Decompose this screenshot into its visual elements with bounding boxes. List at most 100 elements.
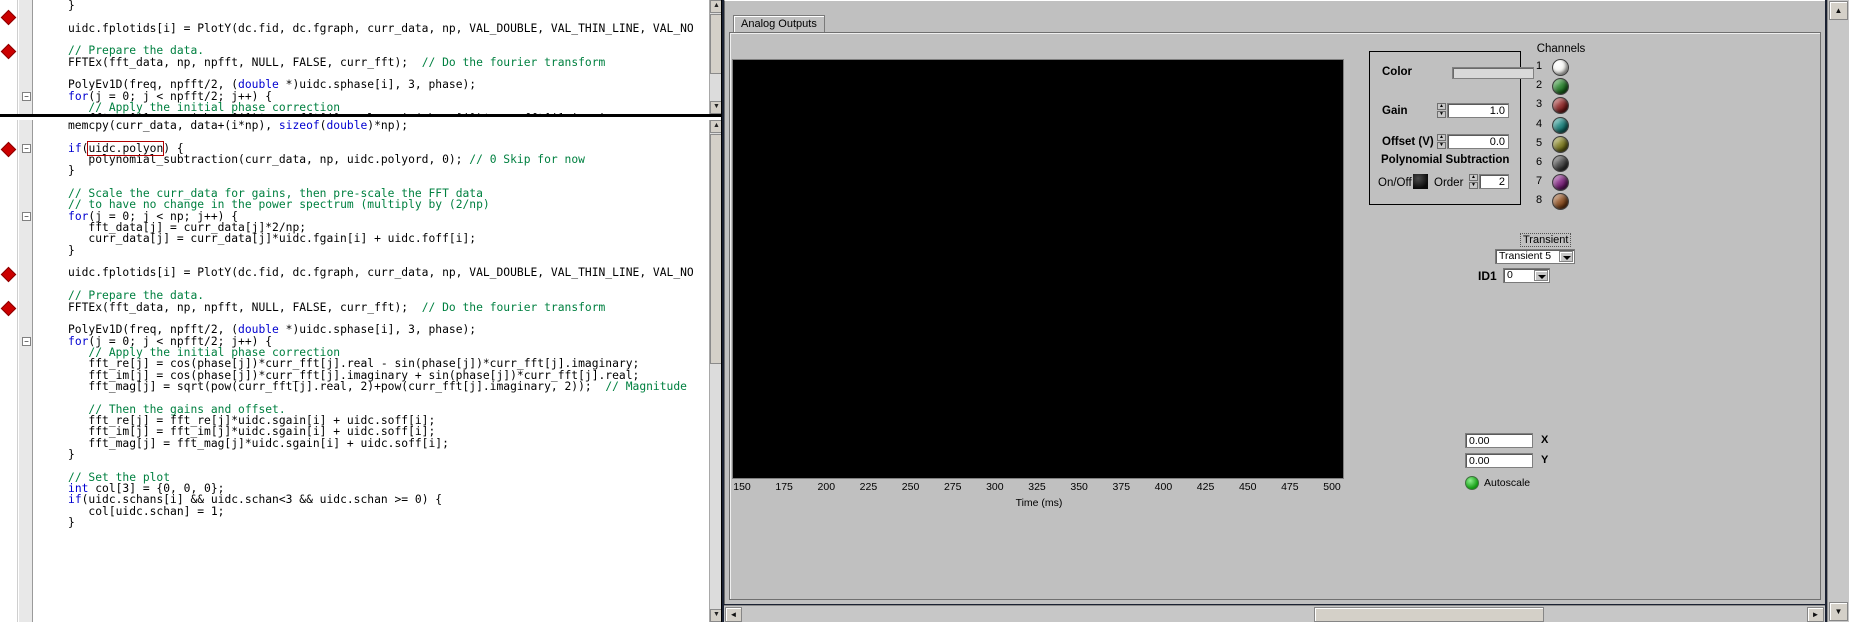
- color-label: Color: [1382, 66, 1413, 78]
- x-tick-label: 225: [859, 481, 878, 493]
- fold-gutter-bottom[interactable]: [19, 120, 33, 622]
- onoff-label: On/Off: [1378, 177, 1412, 189]
- cursor-x-row: 0.00 X: [1465, 433, 1575, 453]
- x-tick-label: 325: [1028, 481, 1046, 493]
- channel-led-icon[interactable]: [1552, 193, 1569, 211]
- channel-number: 3: [1536, 98, 1543, 111]
- x-tick-label: 425: [1196, 481, 1215, 493]
- channel-led-icon[interactable]: [1552, 97, 1569, 115]
- channel-led-icon[interactable]: [1552, 59, 1569, 76]
- autoscale-led-icon[interactable]: [1465, 476, 1479, 490]
- gain-stepper[interactable]: ▲ ▼: [1437, 103, 1446, 118]
- tab-panel: 150 175 200 225 250 275 300 325 350 375 400 425 450 4…: [729, 32, 1821, 600]
- order-stepper-up-icon[interactable]: ▲: [1469, 174, 1478, 181]
- scroll-down-icon[interactable]: ▼: [710, 609, 721, 622]
- cursor-y-row: 0.00 Y: [1465, 453, 1575, 473]
- scroll-up-icon[interactable]: ▲: [710, 120, 721, 133]
- channel-led-icon[interactable]: [1552, 154, 1569, 172]
- fold-toggle[interactable]: −: [22, 91, 31, 101]
- code-pane-bottom[interactable]: memcpy(curr_data, data+(i*np), sizeof(do…: [0, 120, 721, 622]
- code-scrollbar-bottom[interactable]: ▲ ▼: [709, 120, 721, 622]
- channel-row[interactable]: 1: [1530, 58, 1592, 77]
- scroll-thumb[interactable]: [710, 14, 721, 74]
- channel-row[interactable]: 4: [1530, 116, 1592, 135]
- fold-toggle[interactable]: −: [22, 211, 31, 221]
- gain-value[interactable]: 1.0: [1447, 103, 1509, 118]
- gain-stepper-down-icon[interactable]: ▼: [1437, 111, 1446, 118]
- cursor-x-value[interactable]: 0.00: [1465, 433, 1533, 448]
- offset-value[interactable]: 0.0: [1447, 134, 1509, 149]
- breakpoint-gutter-bottom[interactable]: [0, 120, 18, 622]
- cursor-readout-group: 0.00 X 0.00 Y Autoscale: [1465, 433, 1575, 493]
- ni-client-area: Analog Outputs 150 175 200 225 250 2 7 5 300 325 3…: [724, 0, 1825, 604]
- code-scrollbar-top[interactable]: ▲ ▼: [709, 0, 721, 114]
- analog-outputs-window: Analog Outputs 150 175 200 225 250 2 7 5 300 325 3…: [722, 0, 1849, 622]
- channels-list: Channels 1 2 3 4 5 6 7 8: [1530, 43, 1592, 212]
- scroll-left-icon[interactable]: ◄: [725, 607, 742, 622]
- polynomial-subtraction-label: Polynomial Subtraction: [1381, 154, 1510, 166]
- x-tick-label: 150: [733, 481, 751, 493]
- cursor-y-value[interactable]: 0.00: [1465, 453, 1533, 468]
- cursor-y-axis-label: Y: [1541, 454, 1549, 466]
- x-tick-label: 200: [817, 481, 836, 493]
- offset-stepper-down-icon[interactable]: ▼: [1437, 142, 1446, 149]
- channel-row[interactable]: 3: [1530, 96, 1592, 115]
- id1-select[interactable]: 0: [1503, 268, 1550, 283]
- code-text-top[interactable]: } uidc.fplotids[i] = PlotY(dc.fid, dc.fg…: [34, 0, 708, 114]
- gain-stepper-up-icon[interactable]: ▲: [1437, 103, 1446, 110]
- scroll-up-icon[interactable]: ▲: [710, 0, 721, 13]
- channel-led-icon[interactable]: [1552, 174, 1569, 192]
- channel-number: 8: [1536, 194, 1543, 207]
- cursor-x-axis-label: X: [1541, 434, 1549, 446]
- tab-analog-outputs[interactable]: Analog Outputs: [733, 15, 825, 33]
- channel-number: 6: [1536, 155, 1543, 168]
- channel-row[interactable]: 5: [1530, 135, 1592, 154]
- x-tick-label: 175: [775, 481, 793, 493]
- channel-number: 1: [1536, 60, 1543, 72]
- transient-select[interactable]: Transient 5: [1495, 249, 1575, 264]
- x-tick-label: 300: [986, 481, 1004, 493]
- offset-stepper[interactable]: ▲ ▼: [1437, 134, 1446, 149]
- fold-toggle[interactable]: −: [22, 336, 31, 346]
- offset-stepper-up-icon[interactable]: ▲: [1437, 134, 1446, 141]
- channel-led-icon[interactable]: [1552, 78, 1569, 96]
- x-tick-label: 375: [1112, 481, 1131, 493]
- scroll-thumb[interactable]: [710, 134, 721, 364]
- autoscale-row[interactable]: Autoscale: [1465, 475, 1575, 493]
- ni-horizontal-scrollbar[interactable]: ◄ ►: [724, 605, 1825, 622]
- code-pane-top[interactable]: } uidc.fplotids[i] = PlotY(dc.fid, dc.fg…: [0, 0, 721, 117]
- channel-led-icon[interactable]: [1552, 135, 1569, 153]
- graph-container: 150 175 200 225 250 275 300 325 350 375 400 425 450 4…: [732, 45, 1348, 517]
- chevron-down-icon[interactable]: [1534, 270, 1548, 281]
- transient-select-value: Transient 5: [1499, 250, 1552, 262]
- x-tick-label: 350: [1070, 481, 1088, 493]
- id1-label: ID1: [1478, 269, 1497, 283]
- waveform-graph[interactable]: [732, 59, 1344, 479]
- x-axis-label: Time (ms): [1015, 497, 1063, 509]
- ni-vertical-scrollbar[interactable]: ▲ ▼: [1827, 0, 1849, 622]
- order-stepper[interactable]: ▲ ▼: [1469, 174, 1478, 189]
- polynomial-onoff-toggle[interactable]: [1413, 174, 1428, 189]
- chevron-down-icon[interactable]: [1559, 251, 1573, 262]
- order-value[interactable]: 2: [1479, 174, 1509, 189]
- channel-row[interactable]: 2: [1530, 77, 1592, 96]
- code-text-bottom[interactable]: memcpy(curr_data, data+(i*np), sizeof(do…: [34, 120, 708, 622]
- channel-row[interactable]: 8: [1530, 192, 1592, 211]
- fold-toggle[interactable]: −: [22, 143, 31, 153]
- color-swatch[interactable]: [1452, 67, 1534, 79]
- x-axis-ticks: 150 175 200 225 250 275 300 325 350 375 400 425 450 4…: [732, 481, 1346, 497]
- order-label: Order: [1434, 177, 1464, 189]
- x-tick-label: 500: [1323, 481, 1341, 493]
- channel-number: 7: [1536, 175, 1543, 188]
- channel-led-icon[interactable]: [1552, 116, 1569, 134]
- channel-number: 5: [1536, 136, 1543, 149]
- scroll-down-icon[interactable]: ▼: [710, 101, 721, 114]
- channel-row[interactable]: 6: [1530, 154, 1592, 173]
- scroll-up-icon[interactable]: ▲: [1829, 1, 1848, 20]
- channel-row[interactable]: 7: [1530, 173, 1592, 192]
- order-stepper-down-icon[interactable]: ▼: [1469, 182, 1478, 189]
- x-tick-label: 250: [901, 481, 920, 493]
- scroll-down-icon[interactable]: ▼: [1829, 602, 1848, 621]
- scroll-right-icon[interactable]: ►: [1807, 607, 1824, 622]
- scroll-thumb[interactable]: [1314, 607, 1544, 622]
